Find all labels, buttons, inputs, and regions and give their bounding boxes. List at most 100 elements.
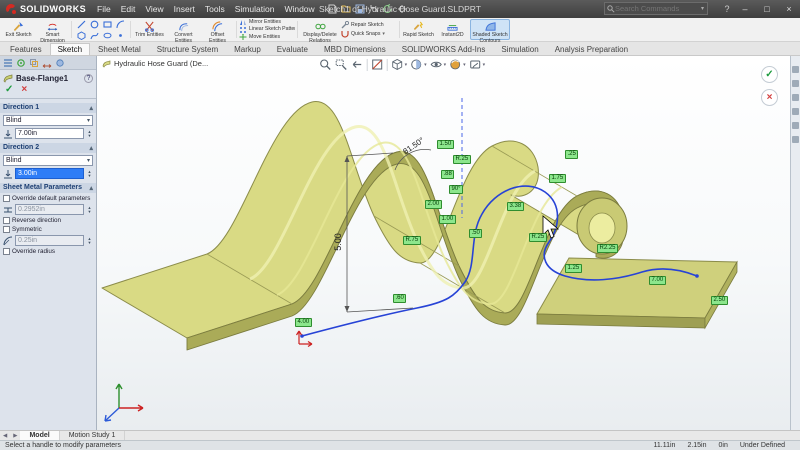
ellipse-tool-button[interactable] (101, 30, 114, 41)
search-input[interactable] (615, 4, 700, 13)
design-library-icon[interactable] (792, 80, 799, 87)
direction1-section-header[interactable]: Direction 1▴ (0, 103, 96, 113)
tab-structure-system[interactable]: Structure System (149, 43, 226, 55)
custom-properties-icon[interactable] (792, 136, 799, 143)
menu-file[interactable]: File (92, 0, 116, 18)
polygon-tool-button[interactable] (75, 30, 88, 41)
dimension-tag[interactable]: 1.75 (549, 174, 566, 183)
dimension-tag[interactable]: 4.00 (295, 318, 312, 327)
help-icon[interactable]: ? (84, 74, 93, 83)
dimension-tag[interactable]: R.25 (453, 155, 471, 164)
dimension-tag[interactable]: .60 (393, 294, 406, 303)
tab-solidworks-add-ins[interactable]: SOLIDWORKS Add-Ins (394, 43, 494, 55)
tab-analysis-preparation[interactable]: Analysis Preparation (547, 43, 636, 55)
maximize-button[interactable]: □ (756, 0, 778, 18)
angle-dimension-value[interactable]: 81.50° (401, 136, 425, 156)
bend-radius-field[interactable]: 0.25in (15, 235, 84, 246)
confirm-ok-button[interactable]: ✓ (761, 66, 778, 83)
tab-evaluate[interactable]: Evaluate (269, 43, 316, 55)
circle-tool-button[interactable] (88, 19, 101, 30)
breadcrumb[interactable]: Hydraulic Hose Guard (De... (102, 59, 208, 68)
override-radius-checkbox[interactable] (3, 248, 10, 255)
offset-entities-button[interactable]: Offset Entities (201, 19, 234, 40)
task-pane-home-icon[interactable] (792, 66, 799, 73)
thickness-spinner[interactable]: ▲▼ (86, 206, 93, 214)
tab-features[interactable]: Features (2, 43, 50, 55)
graphics-viewport[interactable]: 5.00 81.50° Hydraulic Hose Guard (De... (97, 56, 790, 430)
search-chevron-icon[interactable]: ▾ (700, 5, 705, 12)
tab-sheet-metal[interactable]: Sheet Metal (90, 43, 149, 55)
menu-insert[interactable]: Insert (169, 0, 200, 18)
dimension-tag[interactable]: 1.25 (565, 264, 582, 273)
tab-scroll-right[interactable]: ▶ (10, 433, 20, 439)
symmetric-checkbox[interactable] (3, 226, 10, 233)
motion-study-tab[interactable]: Motion Study 1 (60, 431, 126, 440)
dimension-tag[interactable]: 7.00 (649, 276, 666, 285)
dimension-tag[interactable]: 3.38 (507, 202, 524, 211)
direction2-end-condition-select[interactable]: Blind▾ (3, 155, 93, 166)
view-orientation-button[interactable]: ▾ (391, 58, 408, 71)
dimension-tag[interactable]: 1.50 (437, 140, 454, 149)
direction1-depth-field[interactable]: 7.00in (15, 128, 84, 139)
arc-tool-button[interactable] (114, 19, 127, 30)
previous-view-button[interactable] (351, 58, 364, 71)
dimension-tag[interactable]: 90° (449, 185, 463, 194)
propertymanager-tab-icon[interactable] (16, 58, 26, 68)
dimension-tag[interactable]: R2.25 (597, 244, 618, 253)
appearances-icon[interactable] (792, 122, 799, 129)
linear-sketch-pattern-button[interactable]: Linear Sketch Pattern (239, 26, 295, 32)
dimension-tag[interactable]: R.25 (529, 233, 547, 242)
hide-show-items-button[interactable]: ▾ (430, 58, 447, 71)
quick-snaps-button[interactable]: Quick Snaps ▾ (341, 30, 397, 38)
override-default-parameters-checkbox[interactable] (3, 195, 10, 202)
dimension-tag[interactable]: .88 (441, 170, 454, 179)
menu-edit[interactable]: Edit (116, 0, 141, 18)
instant2d-button[interactable]: Instant2D (436, 19, 469, 40)
dimension-tag[interactable]: 1.00 (439, 215, 456, 224)
pm-ok-button[interactable]: ✓ (5, 84, 13, 95)
confirm-cancel-button[interactable]: × (761, 89, 778, 106)
exit-sketch-button[interactable]: Exit Sketch (2, 19, 35, 40)
search-commands-box[interactable]: ▾ (604, 2, 708, 15)
vertical-dimension-value[interactable]: 5.00 (333, 233, 343, 251)
menu-simulation[interactable]: Simulation (230, 0, 280, 18)
depth-spinner[interactable]: ▲▼ (86, 170, 93, 178)
zoom-fit-button[interactable] (319, 58, 332, 71)
depth-spinner[interactable]: ▲▼ (86, 130, 93, 138)
file-explorer-icon[interactable] (792, 94, 799, 101)
repair-sketch-button[interactable]: Repair Sketch (341, 21, 397, 29)
dimxpertmanager-tab-icon[interactable] (42, 58, 52, 68)
direction1-end-condition-select[interactable]: Blind▾ (3, 115, 93, 126)
smart-dimension-button[interactable]: Smart Dimension (36, 19, 69, 40)
dimension-tag[interactable]: 2.00 (425, 200, 442, 209)
move-entities-button[interactable]: Move Entities (239, 34, 295, 40)
menu-tools[interactable]: Tools (200, 0, 230, 18)
menu-window[interactable]: Window (279, 0, 319, 18)
pm-cancel-button[interactable]: × (21, 84, 27, 95)
dimension-tag[interactable]: 2.50 (711, 296, 728, 305)
thickness-field[interactable]: 0.2952in (15, 204, 84, 215)
section-view-button[interactable] (371, 58, 384, 71)
model-tab[interactable]: Model (20, 431, 59, 440)
tab-markup[interactable]: Markup (226, 43, 269, 55)
display-delete-relations-button[interactable]: Display/Delete Relations (300, 19, 340, 40)
zoom-area-button[interactable] (335, 58, 348, 71)
dimension-tag[interactable]: .25 (565, 150, 578, 159)
dimension-tag[interactable]: .50 (469, 229, 482, 238)
tab-simulation[interactable]: Simulation (493, 43, 546, 55)
close-button[interactable]: × (778, 0, 800, 18)
reverse-direction-checkbox[interactable] (3, 217, 10, 224)
configurationmanager-tab-icon[interactable] (29, 58, 39, 68)
point-tool-button[interactable] (114, 30, 127, 41)
shaded-sketch-contours-button[interactable]: Shaded Sketch Contours (470, 19, 510, 40)
spline-tool-button[interactable] (88, 30, 101, 41)
view-settings-button[interactable]: ▾ (469, 58, 486, 71)
direction2-section-header[interactable]: Direction 2▴ (0, 143, 96, 153)
mirror-entities-button[interactable]: Mirror Entities (239, 19, 295, 25)
rectangle-tool-button[interactable] (101, 19, 114, 30)
direction2-depth-field[interactable]: 3.00in (15, 168, 84, 179)
rapid-sketch-button[interactable]: Rapid Sketch (402, 19, 435, 40)
convert-entities-button[interactable]: Convert Entities (167, 19, 200, 40)
view-palette-icon[interactable] (792, 108, 799, 115)
tab-mbd-dimensions[interactable]: MBD Dimensions (316, 43, 394, 55)
